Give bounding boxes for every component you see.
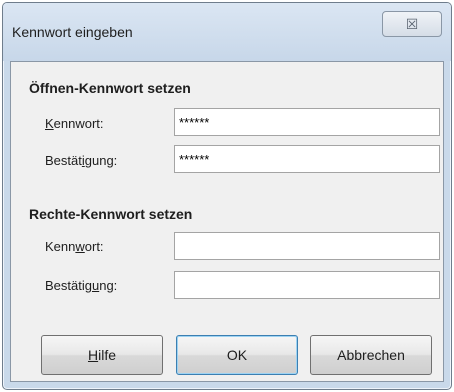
- cancel-button[interactable]: Abbrechen: [310, 335, 432, 375]
- help-button[interactable]: Hilfe: [41, 335, 163, 375]
- edit-password-label: Kennwort:: [45, 239, 104, 254]
- open-password-confirm-input[interactable]: [174, 145, 440, 173]
- edit-password-confirm-label: Bestätigung:: [45, 278, 118, 293]
- open-password-confirm-label: Bestätigung:: [45, 153, 118, 168]
- edit-password-heading: Rechte-Kennwort setzen: [29, 206, 193, 222]
- dialog-title: Kennwort eingeben: [12, 24, 133, 40]
- close-icon: ☒: [405, 15, 419, 32]
- accesskey-w: w: [75, 239, 85, 254]
- password-dialog: Kennwort eingeben ☒ Öffnen-Kennwort setz…: [2, 2, 452, 390]
- title-bar[interactable]: Kennwort eingeben ☒: [3, 3, 451, 61]
- open-password-input[interactable]: [174, 108, 440, 136]
- open-password-label: Kennwort:: [45, 116, 104, 131]
- open-password-heading: Öffnen-Kennwort setzen: [29, 80, 191, 96]
- dialog-body: Öffnen-Kennwort setzen Kennwort: Bestäti…: [10, 61, 444, 382]
- accesskey-k: K: [45, 116, 54, 131]
- close-button[interactable]: ☒: [382, 11, 442, 37]
- ok-button[interactable]: OK: [176, 335, 298, 375]
- edit-password-confirm-input[interactable]: [174, 271, 440, 299]
- accesskey-h: H: [87, 347, 99, 363]
- edit-password-input[interactable]: [174, 232, 440, 260]
